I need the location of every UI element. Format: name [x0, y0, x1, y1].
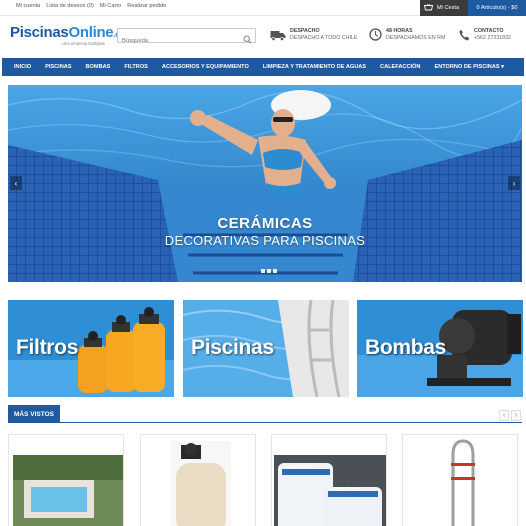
my-account-link[interactable]: Mi cuenta — [16, 3, 40, 9]
nav-item-limpieza[interactable]: LIMPIEZA Y TRATAMIENTO DE AGUAS — [256, 58, 373, 76]
feature-contact: CONTACTO +562 27331832 — [459, 28, 511, 46]
slider-prev-button[interactable]: ‹ — [10, 176, 22, 190]
nav-item-piscinas[interactable]: PISCINAS — [38, 58, 78, 76]
product-card[interactable] — [402, 434, 518, 526]
salt-bag-label: Carga 40 Kg — [286, 464, 313, 469]
hero-caption: CERÁMICAS DECORATIVAS PARA PISCINAS — [8, 215, 522, 248]
search-box — [117, 28, 256, 48]
feature-subtitle: +562 27331832 — [474, 35, 511, 41]
nav-item-bombas[interactable]: BOMBAS — [79, 58, 118, 76]
feature-title: CONTACTO — [474, 28, 504, 34]
top-bar: Mi cuenta Lista de deseos (0) Mi Carro R… — [0, 0, 526, 16]
hero-title: CERÁMICAS — [217, 215, 313, 232]
section-divider — [8, 422, 522, 423]
nav-item-filtros[interactable]: FILTROS — [117, 58, 155, 76]
slider-next-button[interactable]: › — [508, 176, 520, 190]
banner-filtros[interactable]: Filtros — [8, 300, 174, 397]
slider-dot[interactable] — [273, 269, 277, 273]
banner-bombas[interactable]: Bombas — [357, 300, 523, 397]
cart-label: Mi Cesta — [437, 5, 460, 11]
logo-tagline: Una empresa Multiglas — [62, 41, 105, 46]
carousel-prev-button[interactable]: ‹ — [499, 410, 509, 421]
feature-title: DESPACHO — [290, 28, 320, 34]
feature-subtitle: DESPACHAMOS EN RM — [386, 35, 446, 41]
hero-subtitle: DECORATIVAS PARA PISCINAS — [164, 233, 366, 248]
cart-button[interactable]: Mi Cesta — [420, 0, 468, 16]
basket-icon — [423, 3, 434, 13]
product-card[interactable] — [140, 434, 256, 526]
feature-48h: 48 HORAS DESPACHAMOS EN RM — [369, 28, 445, 46]
banner-label: Piscinas — [191, 336, 274, 359]
feature-subtitle: DESPACHO A TODO CHILE — [290, 35, 358, 41]
account-links: Mi cuenta Lista de deseos (0) Mi Carro R… — [16, 3, 166, 9]
banner-label: Filtros — [16, 336, 79, 359]
clock-icon — [369, 28, 382, 46]
product-card[interactable]: Carga 40 Kg Carga 25 Kg — [271, 434, 387, 526]
hero-image — [8, 85, 522, 282]
nav-item-entorno[interactable]: ENTORNO DE PISCINAS ▾ — [427, 58, 511, 76]
search-icon[interactable] — [243, 31, 252, 49]
feature-title: 48 HORAS — [386, 28, 413, 34]
carousel-next-button[interactable]: › — [511, 410, 521, 421]
logo-text: PiscinasOnline.cl — [10, 24, 122, 41]
site-logo[interactable]: PiscinasOnline.cl Una empresa Multiglas — [10, 24, 122, 46]
my-cart-link[interactable]: Mi Carro — [100, 3, 121, 9]
slider-dots — [261, 269, 277, 273]
nav-item-inicio[interactable]: INICIO — [2, 58, 38, 76]
header: PiscinasOnline.cl Una empresa Multiglas … — [0, 16, 526, 58]
phone-icon — [459, 28, 470, 46]
cart-area: Mi Cesta 0 Artículo(s) - $0 — [420, 0, 526, 16]
section-title: MÁS VISTOS — [8, 405, 60, 423]
banner-label: Bombas — [365, 336, 447, 359]
slider-dot[interactable] — [267, 269, 271, 273]
product-image — [13, 455, 123, 526]
main-nav: INICIO PISCINAS BOMBAS FILTROS ACCESORIO… — [2, 58, 524, 76]
truck-icon — [270, 28, 286, 46]
nav-item-calefaccion[interactable]: CALEFACCIÓN — [373, 58, 427, 76]
banner-piscinas[interactable]: Piscinas — [183, 300, 349, 397]
cart-total[interactable]: 0 Artículo(s) - $0 — [468, 0, 526, 16]
wishlist-link[interactable]: Lista de deseos (0) — [46, 3, 94, 9]
nav-item-accesorios[interactable]: ACCESORIOS Y EQUIPAMIENTO — [155, 58, 256, 76]
slider-dot[interactable] — [261, 269, 265, 273]
checkout-link[interactable]: Realizar pedido — [127, 3, 166, 9]
salt-bag-label: Carga 25 Kg — [332, 486, 359, 491]
feature-shipping: DESPACHO DESPACHO A TODO CHILE — [270, 28, 357, 46]
hero-slider[interactable]: CERÁMICAS DECORATIVAS PARA PISCINAS ‹ › — [8, 85, 522, 282]
product-image — [451, 439, 475, 526]
product-card[interactable] — [8, 434, 124, 526]
product-image — [171, 441, 231, 526]
product-image — [274, 455, 386, 526]
search-input[interactable] — [118, 34, 238, 48]
